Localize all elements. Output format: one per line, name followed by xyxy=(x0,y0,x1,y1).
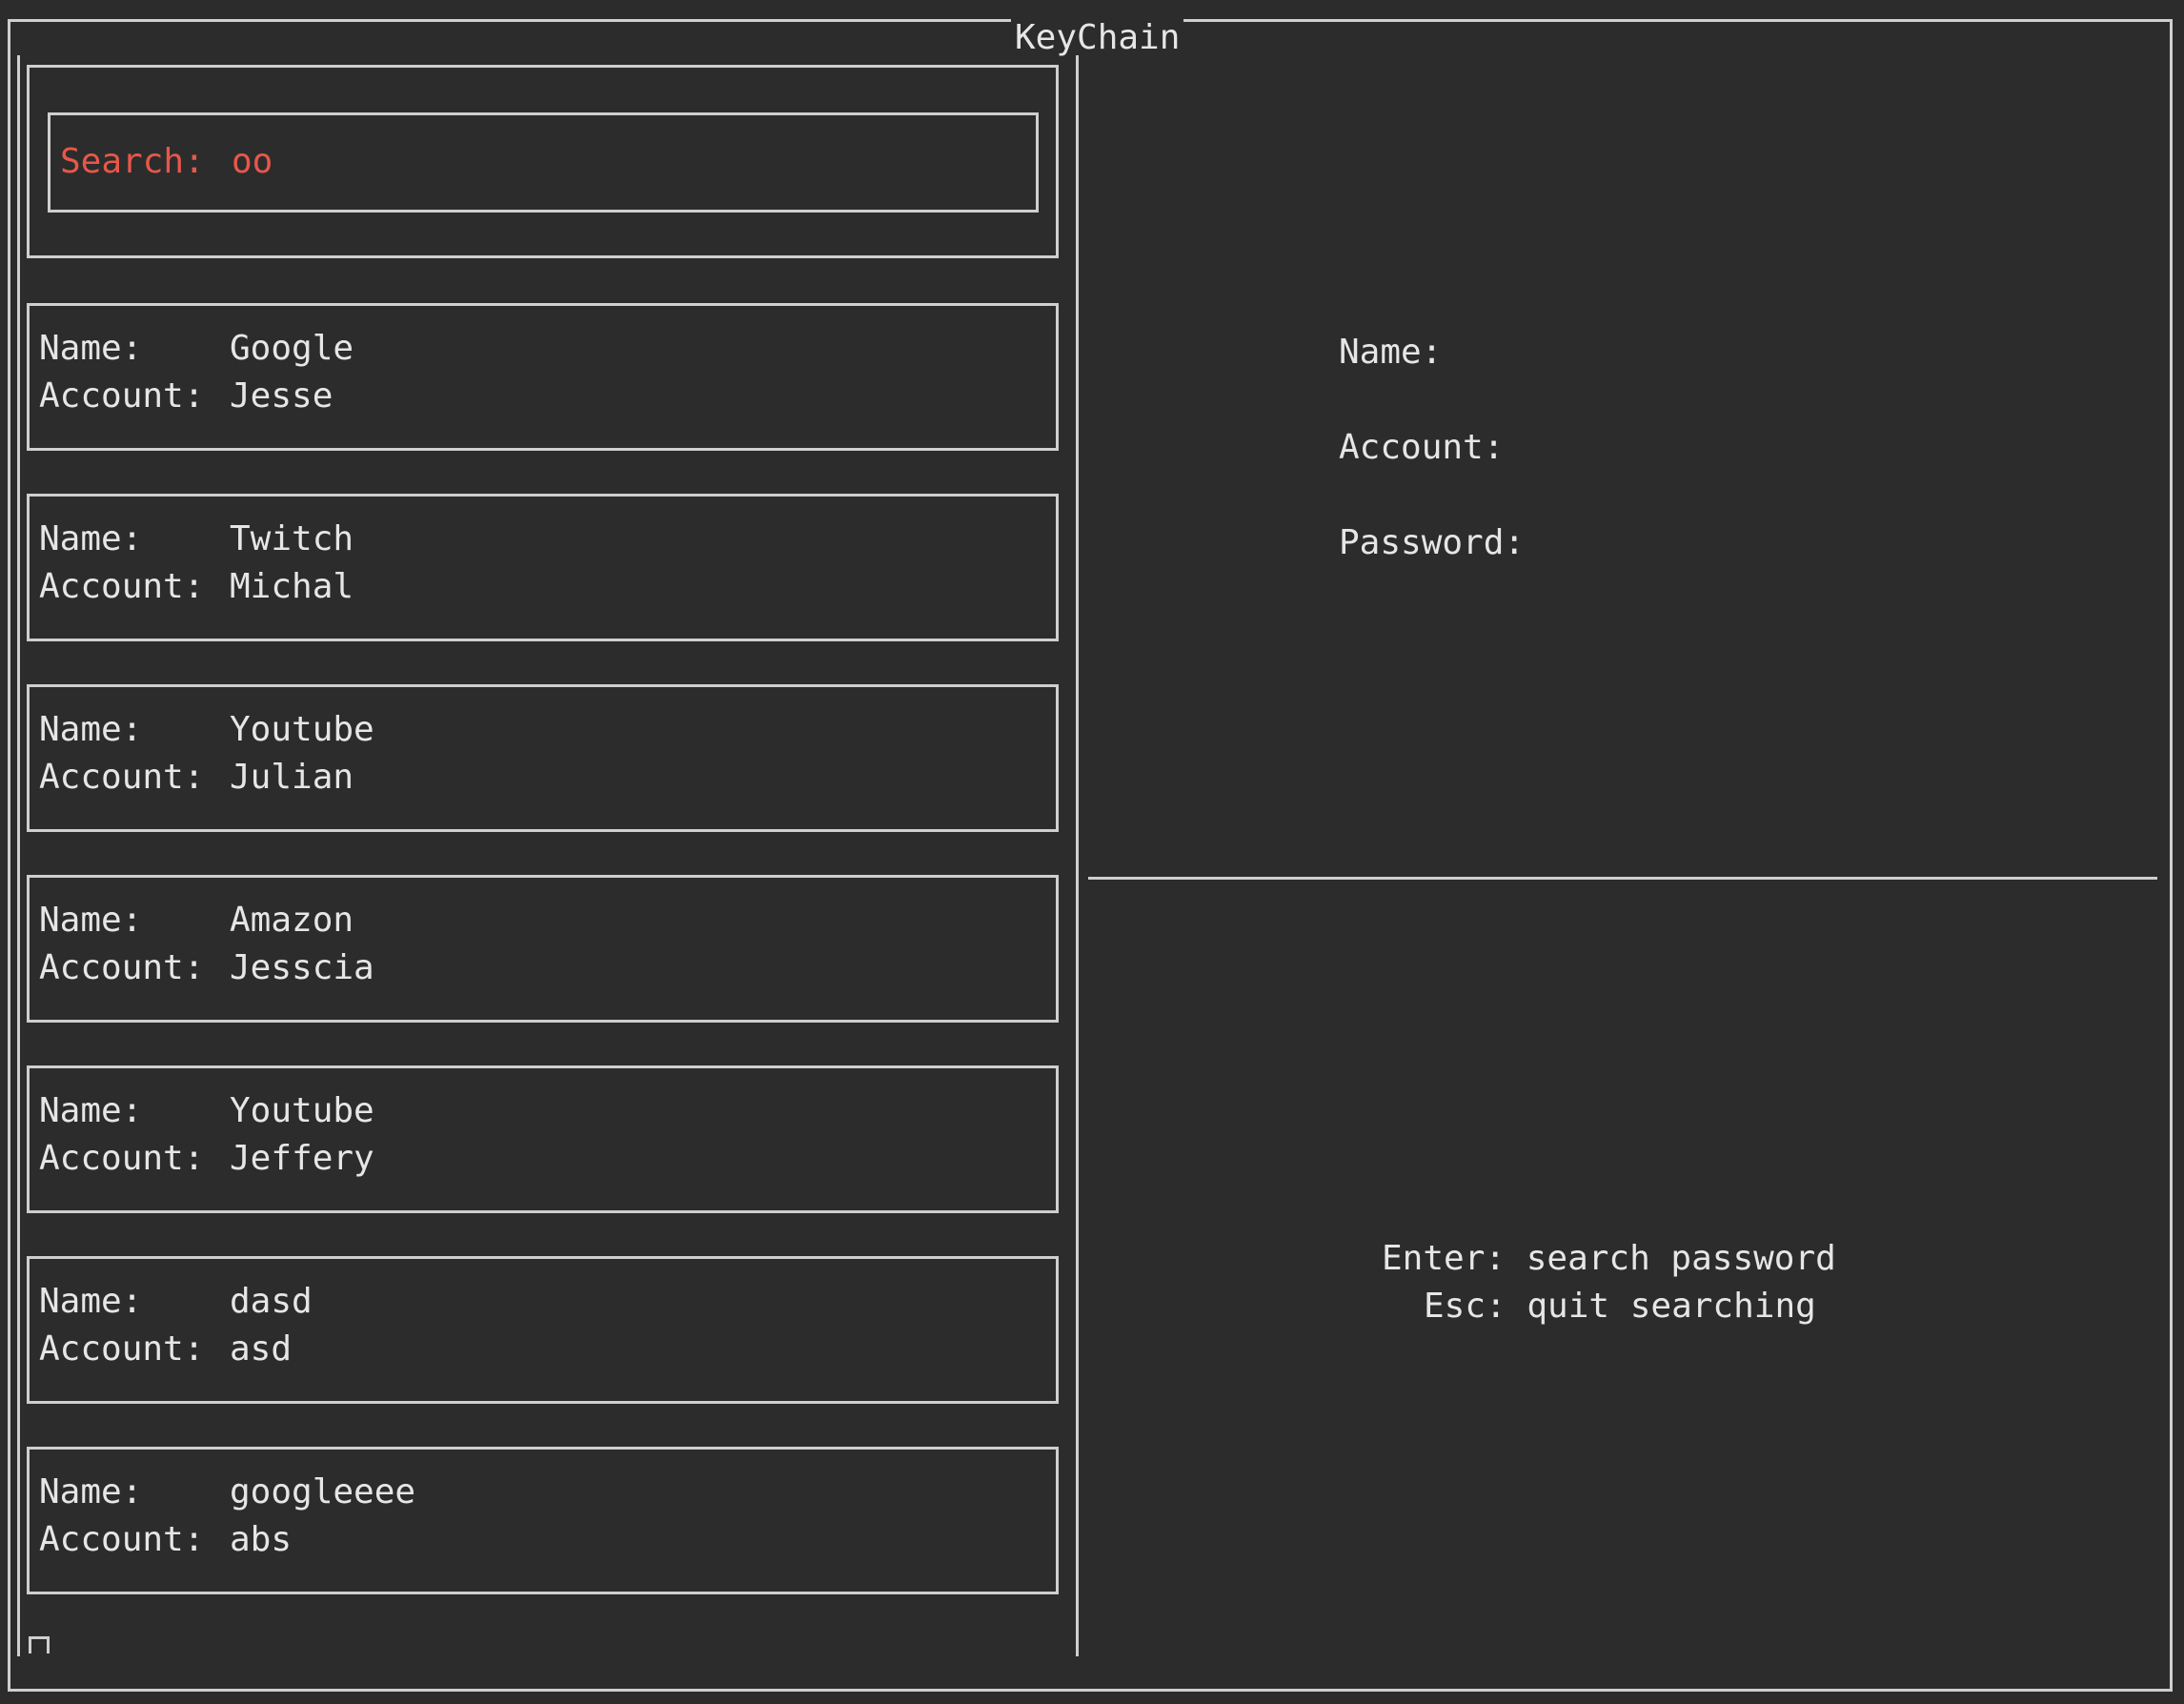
entry-card[interactable]: Name: dasd Account: asd xyxy=(27,1256,1059,1404)
search-input[interactable]: Search: oo xyxy=(48,112,1039,213)
entry-name-label: Name: xyxy=(39,519,143,558)
entry-name: dasd xyxy=(230,1282,313,1321)
entry-account: Jesscia xyxy=(230,948,374,987)
entry-account-label: Account: xyxy=(39,1520,205,1559)
entry-card[interactable]: Name: Youtube Account: Jeffery xyxy=(27,1065,1059,1213)
entry-name: Youtube xyxy=(230,710,374,749)
entry-account-label: Account: xyxy=(39,1139,205,1178)
entry-name-label: Name: xyxy=(39,1472,143,1511)
entry-account: Julian xyxy=(230,758,354,797)
entries-pane xyxy=(17,55,1079,1656)
detail-password-label: Password: xyxy=(1339,523,1526,562)
entry-account-label: Account: xyxy=(39,758,205,797)
entry-card[interactable]: Name: Amazon Account: Jesscia xyxy=(27,875,1059,1023)
entry-name: Google xyxy=(230,329,354,368)
entry-name: Amazon xyxy=(230,901,354,940)
entry-account-label: Account: xyxy=(39,567,205,606)
search-label: Search: xyxy=(60,142,205,181)
entry-card[interactable]: Name: Youtube Account: Julian xyxy=(27,684,1059,832)
details-pane xyxy=(1088,55,2157,880)
entry-name: Twitch xyxy=(230,519,354,558)
entry-name-label: Name: xyxy=(39,1282,143,1321)
entry-name-label: Name: xyxy=(39,901,143,940)
entry-account-label: Account: xyxy=(39,948,205,987)
entry-name: Youtube xyxy=(230,1091,374,1130)
entry-account: abs xyxy=(230,1520,293,1559)
search-value[interactable]: oo xyxy=(232,138,273,186)
entry-account-label: Account: xyxy=(39,376,205,416)
entry-account: asd xyxy=(230,1329,293,1369)
entry-name-label: Name: xyxy=(39,710,143,749)
detail-name-label: Name: xyxy=(1339,333,1443,372)
detail-account-label: Account: xyxy=(1339,428,1505,467)
entry-card[interactable]: Name: Twitch Account: Michal xyxy=(27,494,1059,641)
entry-name: googleeee xyxy=(230,1472,416,1511)
scroll-cursor xyxy=(29,1636,50,1653)
entry-name-label: Name: xyxy=(39,329,143,368)
help-enter-hint: Enter: search password xyxy=(1382,1239,1836,1278)
help-esc-hint: Esc: quit searching xyxy=(1424,1287,1816,1326)
entry-account: Jeffery xyxy=(230,1139,374,1178)
window-title: KeyChain xyxy=(1011,19,1184,57)
entry-account-label: Account: xyxy=(39,1329,205,1369)
entry-card[interactable]: Name: Google Account: Jesse xyxy=(27,303,1059,451)
entry-name-label: Name: xyxy=(39,1091,143,1130)
entry-card[interactable]: Name: googleeee Account: abs xyxy=(27,1447,1059,1594)
entry-account: Jesse xyxy=(230,376,334,416)
entry-account: Michal xyxy=(230,567,354,606)
